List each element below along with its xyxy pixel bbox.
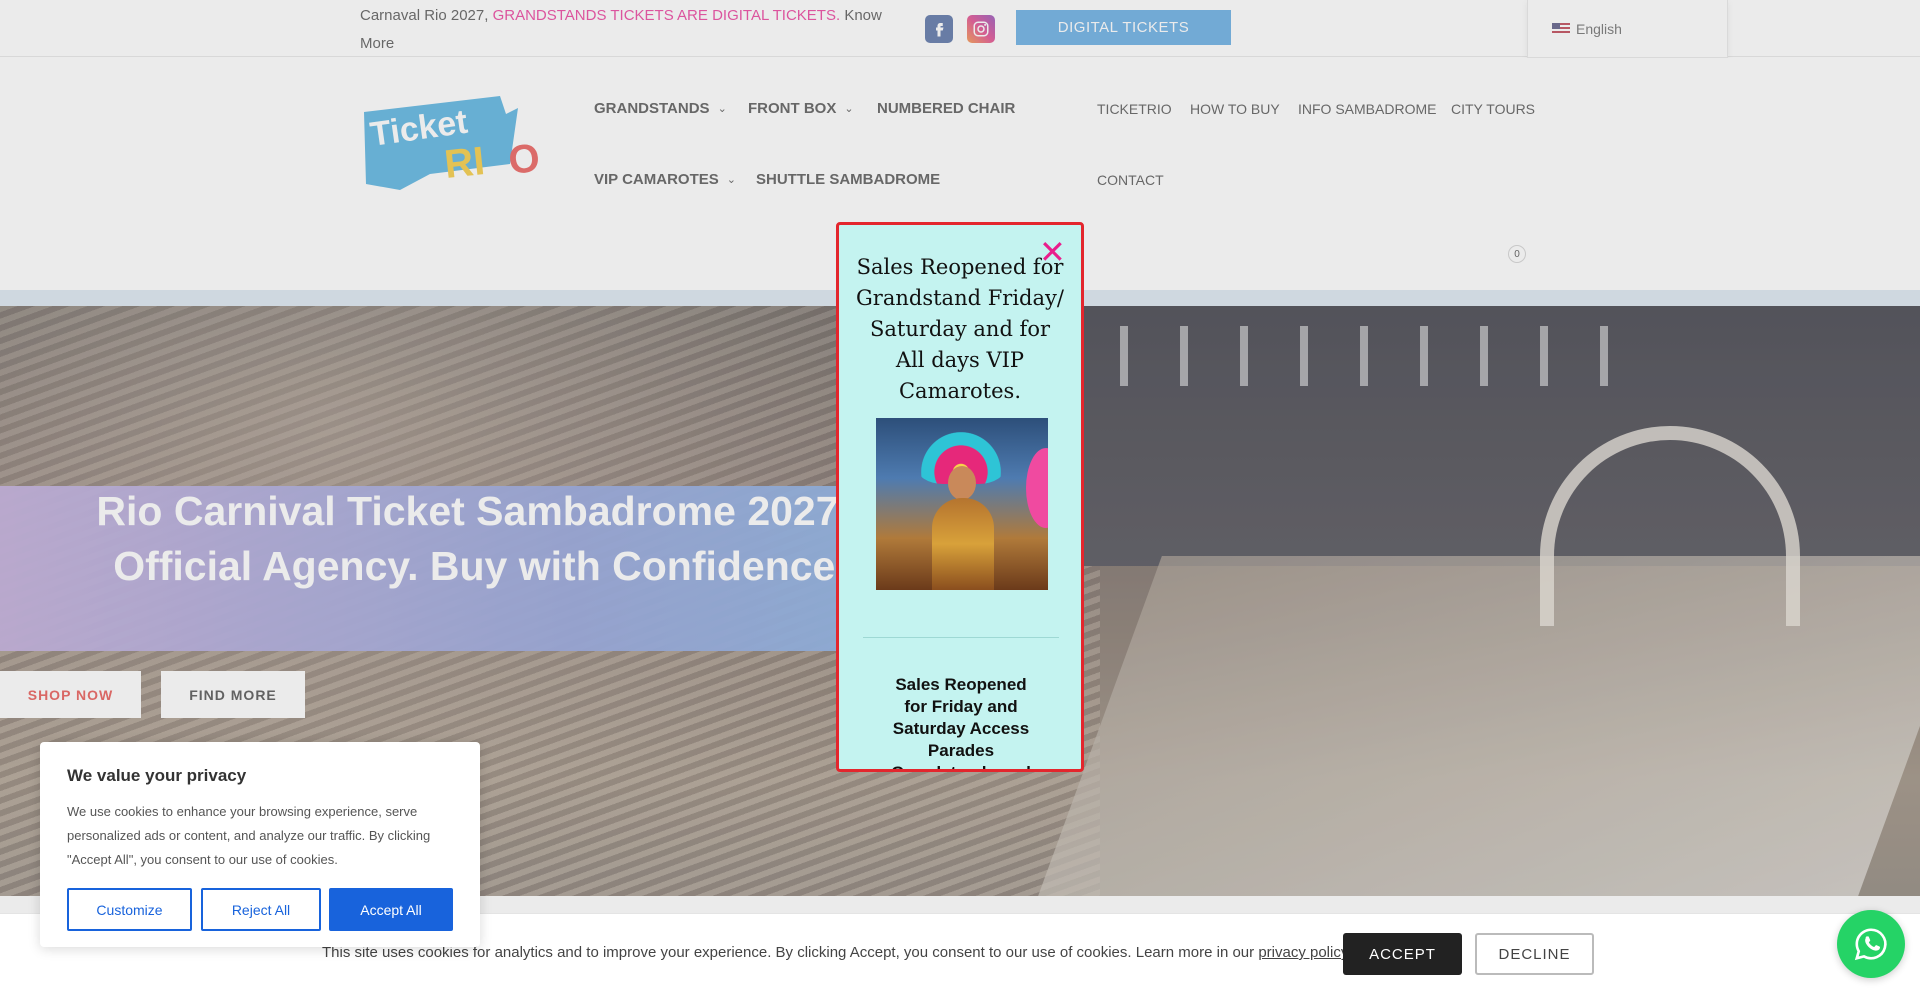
privacy-title: We value your privacy [67, 766, 247, 785]
whatsapp-icon[interactable] [1837, 910, 1905, 978]
accept-all-button[interactable]: Accept All [329, 888, 453, 931]
dancer-costume [932, 498, 994, 590]
privacy-text: We use cookies to enhance your browsing … [67, 804, 431, 867]
cookie-accept-button[interactable]: ACCEPT [1343, 933, 1462, 975]
sales-popup: ✕ Sales Reopened for Grandstand Friday/ … [836, 222, 1084, 772]
privacy-consent-card: We value your privacy We use cookies to … [40, 742, 480, 947]
popup-subheading: Sales Reopened for Friday and Saturday A… [891, 675, 1031, 769]
dancer-face [948, 466, 976, 500]
popup-heading: Sales Reopened for Grandstand Friday/ Sa… [856, 255, 1064, 403]
customize-button[interactable]: Customize [67, 888, 192, 931]
cookie-decline-button[interactable]: DECLINE [1475, 933, 1594, 975]
privacy-policy-link[interactable]: privacy policy [1258, 944, 1347, 961]
reject-all-button[interactable]: Reject All [201, 888, 321, 931]
pink-feathers [1026, 448, 1048, 528]
carnival-dancer-image [876, 418, 1048, 590]
popup-divider [863, 637, 1059, 638]
